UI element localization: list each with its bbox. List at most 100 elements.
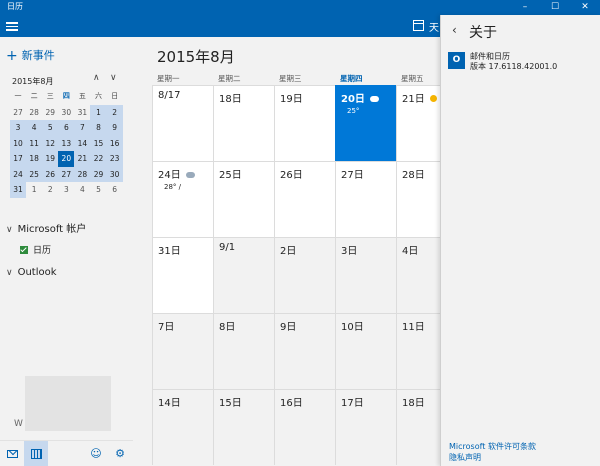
day-number: 19日 — [280, 94, 303, 105]
mini-day[interactable]: 12 — [42, 135, 59, 151]
day-number: 8日 — [219, 322, 236, 333]
day-view-button[interactable]: 天 — [429, 19, 439, 34]
mini-day[interactable]: 6 — [107, 182, 123, 198]
day-cell[interactable]: 27日 — [335, 161, 396, 237]
mini-day[interactable]: 23 — [106, 151, 123, 167]
mini-weekday-row: 一 二 三 四 五 六 日 — [10, 89, 123, 105]
mini-day[interactable]: 16 — [106, 135, 123, 151]
mini-day[interactable]: 27 — [10, 105, 26, 121]
mini-day[interactable]: 18 — [26, 151, 43, 167]
day-cell[interactable]: 24日 28° / — [152, 161, 213, 237]
mini-day[interactable]: 5 — [42, 120, 59, 136]
mini-day[interactable]: 30 — [58, 105, 74, 121]
outlook-logo-icon: O — [448, 52, 465, 69]
mini-day[interactable]: 4 — [74, 182, 90, 198]
mini-day[interactable]: 9 — [106, 120, 123, 136]
mini-day[interactable]: 28 — [74, 166, 91, 182]
mini-day[interactable]: 28 — [26, 105, 42, 121]
minimize-button[interactable]: – — [510, 0, 540, 15]
calendar-icon — [30, 449, 42, 459]
calendar-toggle[interactable]: 日历 — [20, 243, 51, 256]
day-cell[interactable]: 14日 — [152, 389, 213, 465]
day-view-icon[interactable] — [413, 20, 424, 31]
title-bar: 日历 – ☐ ✕ — [0, 0, 600, 15]
mini-day[interactable]: 31 — [10, 182, 27, 198]
chevron-up-icon[interactable]: ∧ — [93, 73, 100, 83]
day-cell[interactable]: 28日 — [396, 161, 440, 237]
mini-day[interactable]: 10 — [10, 135, 27, 151]
day-cell[interactable]: 31日 — [152, 237, 213, 313]
day-cell[interactable]: 15日 — [213, 389, 274, 465]
day-number: 20日 — [341, 94, 365, 105]
day-cell[interactable]: 17日 — [335, 389, 396, 465]
mini-day[interactable]: 21 — [74, 151, 91, 167]
mini-day[interactable]: 2 — [42, 182, 58, 198]
mini-day[interactable]: 22 — [90, 151, 107, 167]
day-cell[interactable]: 18日 — [213, 85, 274, 161]
close-button[interactable]: ✕ — [570, 0, 600, 15]
day-number: 17日 — [341, 398, 364, 409]
account-outlook[interactable]: ∨ Outlook — [6, 267, 57, 278]
day-cell[interactable]: 19日 — [274, 85, 335, 161]
mini-day[interactable]: 15 — [90, 135, 107, 151]
mini-weekday: 四 — [62, 92, 70, 100]
mini-day[interactable]: 30 — [106, 166, 123, 182]
mini-day[interactable]: 11 — [26, 135, 43, 151]
mini-day[interactable]: 6 — [58, 120, 75, 136]
mini-week-row: 27 28 29 30 31 1 2 — [10, 104, 123, 121]
day-cell[interactable]: 10日 — [335, 313, 396, 389]
mini-day[interactable]: 2 — [106, 104, 123, 120]
day-cell[interactable]: 26日 — [274, 161, 335, 237]
day-cell[interactable]: 4日 — [396, 237, 440, 313]
day-cell[interactable]: 3日 — [335, 237, 396, 313]
day-cell-today[interactable]: 20日25° — [335, 85, 396, 161]
mini-day[interactable]: 1 — [90, 104, 107, 120]
mini-day-today[interactable]: 20 — [58, 151, 75, 167]
mini-day[interactable]: 29 — [42, 105, 58, 121]
day-cell[interactable]: 25日 — [213, 161, 274, 237]
mini-day[interactable]: 25 — [26, 166, 43, 182]
mini-day[interactable]: 31 — [74, 105, 90, 121]
settings-button[interactable]: ⚙ — [108, 441, 132, 466]
mini-day[interactable]: 8 — [90, 120, 107, 136]
mail-button[interactable] — [0, 441, 24, 466]
day-cell[interactable]: 9日 — [274, 313, 335, 389]
license-link[interactable]: Microsoft 软件许可条款 — [449, 441, 536, 452]
mini-day[interactable]: 7 — [74, 120, 91, 136]
hamburger-menu-icon[interactable] — [6, 20, 18, 32]
mini-day[interactable]: 17 — [10, 151, 27, 167]
day-cell[interactable]: 9/1 — [213, 237, 274, 313]
checkbox-checked-icon[interactable] — [20, 246, 28, 254]
day-cell[interactable]: 21日 — [396, 85, 440, 161]
mini-day[interactable]: 3 — [10, 120, 27, 136]
privacy-link[interactable]: 隐私声明 — [449, 452, 481, 463]
mini-day[interactable]: 14 — [74, 135, 91, 151]
mini-day[interactable]: 3 — [58, 182, 74, 198]
day-cell[interactable]: 18日 — [396, 389, 440, 465]
mini-day[interactable]: 26 — [42, 166, 59, 182]
mini-day[interactable]: 29 — [90, 166, 107, 182]
mini-day[interactable]: 13 — [58, 135, 75, 151]
chevron-down-icon[interactable]: ∨ — [110, 73, 117, 83]
account-microsoft[interactable]: ∨ Microsoft 帐户 — [6, 220, 86, 235]
day-cell[interactable]: 8日 — [213, 313, 274, 389]
day-cell[interactable]: 8/17 — [152, 85, 213, 161]
day-cell[interactable]: 16日 — [274, 389, 335, 465]
back-arrow-icon[interactable]: ‹ — [452, 23, 457, 37]
mini-day[interactable]: 27 — [58, 166, 75, 182]
week-row: 8/17 18日 19日 20日25° 21日 — [152, 85, 440, 161]
day-cell[interactable]: 2日 — [274, 237, 335, 313]
mini-day[interactable]: 24 — [10, 166, 27, 182]
day-cell[interactable]: 7日 — [152, 313, 213, 389]
mini-day[interactable]: 1 — [26, 182, 42, 198]
new-event-button[interactable]: + 新事件 — [6, 47, 55, 64]
day-number: 9日 — [280, 322, 297, 333]
feedback-button[interactable]: ☺ — [84, 441, 108, 466]
mini-week-row: 31 1 2 3 4 5 6 — [10, 182, 123, 198]
mini-day[interactable]: 5 — [90, 182, 106, 198]
maximize-button[interactable]: ☐ — [540, 0, 570, 15]
calendar-button[interactable] — [24, 441, 48, 466]
day-cell[interactable]: 11日 — [396, 313, 440, 389]
mini-day[interactable]: 19 — [42, 151, 59, 167]
mini-day[interactable]: 4 — [26, 120, 43, 136]
